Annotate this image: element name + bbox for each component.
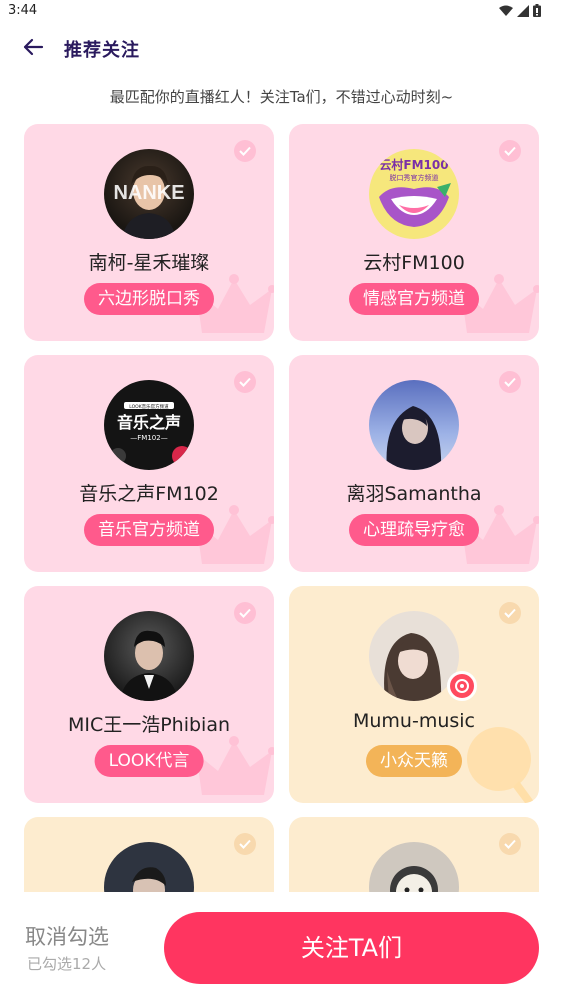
selected-check-icon[interactable] [499, 602, 521, 624]
battery-icon [533, 4, 541, 17]
selected-check-icon[interactable] [499, 833, 521, 855]
crown-decoration-icon [194, 736, 274, 795]
card-tag: 音乐官方频道 [84, 514, 214, 546]
recommend-card[interactable]: MIC王一浩Phibian LOOK代言 [24, 586, 274, 803]
live-status-icon [447, 671, 477, 701]
wifi-icon [499, 5, 513, 16]
selected-check-icon[interactable] [499, 371, 521, 393]
status-time: 3:44 [8, 3, 38, 18]
card-tag: LOOK代言 [94, 745, 204, 777]
recommend-card[interactable]: 离羽Samantha 心理疏导疗愈 [289, 355, 539, 572]
selected-check-icon[interactable] [499, 140, 521, 162]
svg-text:NANKE: NANKE [113, 182, 184, 204]
recommend-card[interactable]: NANKE 南柯-星禾璀璨 六边形脱口秀 [24, 124, 274, 341]
back-button[interactable] [18, 34, 48, 60]
bottom-action-bar: 取消勾选 已勾选12人 关注TA们 [0, 893, 563, 1001]
svg-text:音乐之声: 音乐之声 [117, 413, 181, 432]
card-name: 音乐之声FM102 [79, 483, 219, 505]
svg-text:—FM102—: —FM102— [130, 434, 167, 442]
avatar [369, 842, 459, 892]
card-tag: 六边形脱口秀 [84, 283, 214, 315]
app-bar: 推荐关注 [0, 24, 563, 70]
svg-text:脱口秀官方频道: 脱口秀官方频道 [390, 173, 439, 182]
selected-check-icon[interactable] [234, 140, 256, 162]
arrow-left-icon [23, 38, 44, 56]
recommend-card[interactable]: Mumu-music 小众天籁 [289, 586, 539, 803]
svg-text:LOOK音乐官方频道: LOOK音乐官方频道 [129, 403, 169, 410]
avatar [104, 842, 194, 892]
page-title: 推荐关注 [64, 40, 140, 61]
recommend-card[interactable] [24, 817, 274, 892]
avatar [369, 611, 459, 701]
recommend-card[interactable]: LOOK音乐官方频道 音乐之声 —FM102— 音乐之声FM102 音乐官方频道 [24, 355, 274, 572]
card-name: 云村FM100 [363, 252, 465, 274]
card-tag: 小众天籁 [366, 745, 462, 777]
recommendation-grid: NANKE 南柯-星禾璀璨 六边形脱口秀 云村FM100 脱口秀官方频道 云村F… [24, 124, 540, 892]
card-tag: 心理疏导疗愈 [349, 514, 479, 546]
recommend-card[interactable]: 云村FM100 脱口秀官方频道 云村FM100 情感官方频道 [289, 124, 539, 341]
selected-check-icon[interactable] [234, 833, 256, 855]
card-name: 南柯-星禾璀璨 [88, 252, 210, 274]
svg-text:云村FM100: 云村FM100 [379, 157, 448, 172]
status-icons [499, 4, 541, 17]
selected-check-icon[interactable] [234, 602, 256, 624]
avatar [104, 611, 194, 701]
card-name: MIC王一浩Phibian [67, 714, 231, 736]
recommend-card[interactable] [289, 817, 539, 892]
selected-count: 已勾选12人 [27, 955, 107, 973]
signal-icon [517, 4, 529, 17]
card-tag: 情感官方频道 [349, 283, 479, 315]
avatar [369, 380, 459, 470]
card-name: 离羽Samantha [346, 483, 482, 505]
avatar: LOOK音乐官方频道 音乐之声 —FM102— [104, 380, 194, 470]
page-subtitle: 最匹配你的直播红人！关注Ta们，不错过心动时刻~ [109, 88, 454, 106]
avatar: NANKE [104, 149, 194, 239]
deselect-all-button[interactable]: 取消勾选 [25, 921, 109, 951]
card-name: Mumu-music [352, 710, 475, 732]
follow-all-button[interactable]: 关注TA们 [164, 912, 539, 984]
selected-check-icon[interactable] [234, 371, 256, 393]
avatar: 云村FM100 脱口秀官方频道 [369, 149, 459, 239]
status-bar: 3:44 [0, 0, 563, 24]
